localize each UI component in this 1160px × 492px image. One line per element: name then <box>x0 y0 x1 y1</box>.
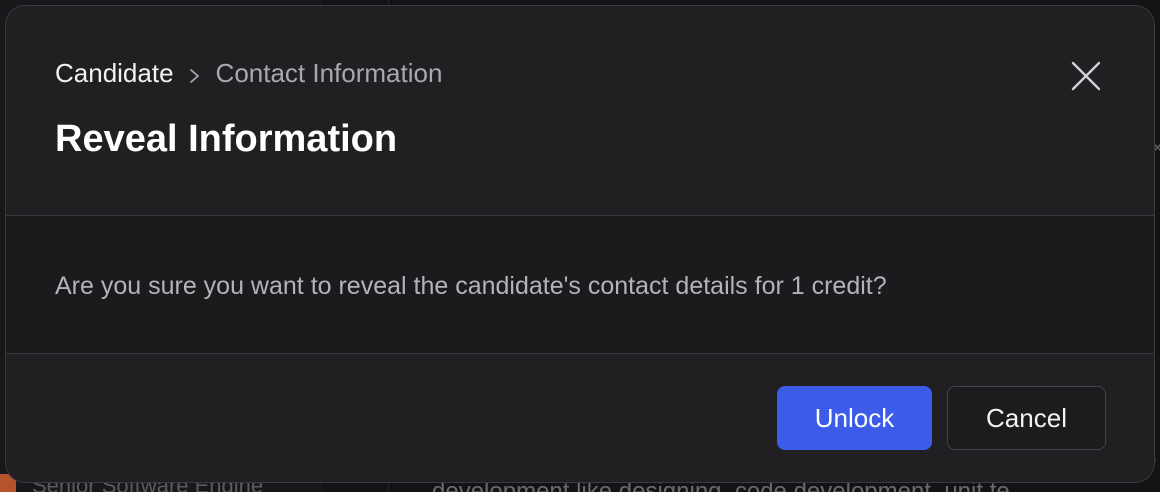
breadcrumb-current: Contact Information <box>215 58 443 88</box>
cancel-button[interactable]: Cancel <box>947 386 1106 450</box>
close-button[interactable] <box>1068 58 1104 94</box>
breadcrumb-root[interactable]: Candidate <box>55 58 174 89</box>
dialog-header: Candidate Contact Information Reveal Inf… <box>6 6 1154 215</box>
dialog-footer: Unlock Cancel <box>6 354 1154 482</box>
chevron-right-icon <box>188 63 202 85</box>
unlock-button[interactable]: Unlock <box>777 386 932 450</box>
close-icon <box>1071 61 1101 91</box>
breadcrumb: Candidate Contact Information <box>55 58 442 89</box>
dialog-title: Reveal Information <box>55 118 398 160</box>
dialog-body: Are you sure you want to reveal the cand… <box>6 216 1154 353</box>
reveal-information-dialog: Candidate Contact Information Reveal Inf… <box>5 5 1155 483</box>
confirmation-message: Are you sure you want to reveal the cand… <box>55 272 887 300</box>
